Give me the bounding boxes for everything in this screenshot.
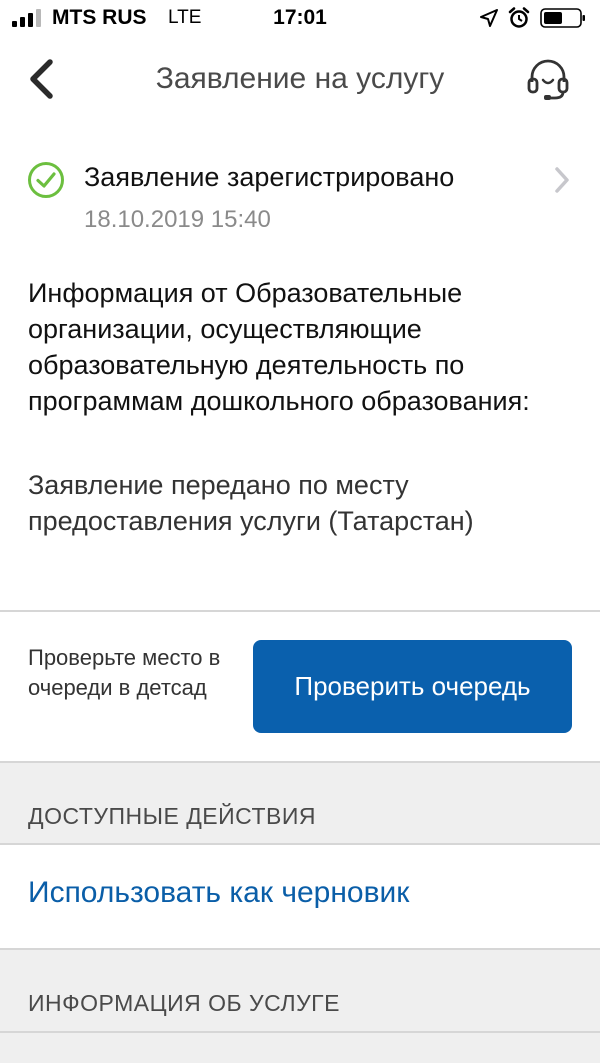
status-bar: MTS RUS LTE 17:01 (0, 0, 600, 40)
application-status-row[interactable]: Заявление зарегистрировано 18.10.2019 15… (0, 150, 600, 250)
chevron-right-icon (555, 167, 569, 193)
check-circle-icon (28, 162, 64, 198)
alarm-clock-icon (508, 7, 530, 28)
queue-hint: Проверьте место в очереди в детсад (28, 645, 221, 700)
navigation-bar: Заявление на услугу (0, 40, 600, 118)
service-info-section-header: ИНФОРМАЦИЯ ОБ УСЛУГЕ (28, 990, 340, 1016)
divider (0, 843, 600, 845)
location-arrow-icon (480, 9, 498, 27)
page-title: Заявление на услугу (155, 62, 445, 95)
status-title: Заявление зарегистрировано (84, 162, 455, 192)
info-title: Информация от Образовательные организаци… (28, 278, 530, 416)
check-queue-button[interactable]: Проверить очередь (253, 640, 572, 733)
use-as-draft-link[interactable]: Использовать как черновик (28, 876, 409, 910)
actions-section-header: ДОСТУПНЫЕ ДЕЙСТВИЯ (28, 803, 317, 829)
info-body: Заявление передано по месту предоставлен… (28, 470, 474, 536)
divider (0, 1031, 600, 1033)
headset-icon[interactable] (524, 56, 572, 102)
divider (0, 761, 600, 763)
divider (0, 610, 600, 612)
status-date: 18.10.2019 15:40 (84, 206, 271, 233)
battery-icon (540, 8, 585, 28)
